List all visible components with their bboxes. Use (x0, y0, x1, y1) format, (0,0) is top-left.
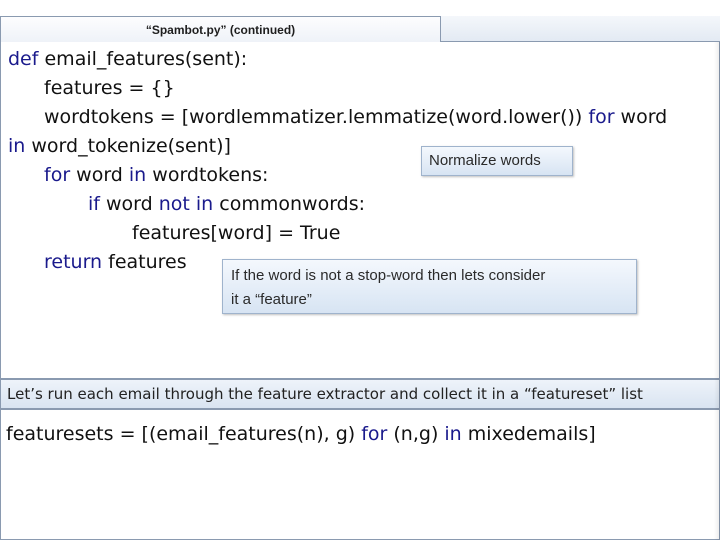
code-text: word_tokenize(sent)] (25, 135, 231, 157)
code-text: word (99, 193, 159, 215)
keyword: not in (158, 193, 214, 215)
code-text: (n,g) (387, 423, 445, 445)
callout-feature: If the word is not a stop-word then lets… (222, 259, 637, 314)
callout-line: If the word is not a stop-word then lets… (231, 267, 546, 284)
code-text: features = {} (44, 77, 175, 99)
code-block: def email_features(sent): features = {} … (8, 45, 667, 311)
code-line-7: features[word] = True (132, 219, 340, 249)
keyword: for (588, 106, 615, 128)
bottom-code-line: featuresets = [(email_features(n), g) fo… (6, 420, 596, 450)
code-text: wordtokens: (146, 164, 269, 186)
keyword: in (128, 164, 147, 186)
code-text: word (70, 164, 129, 186)
keyword: def (8, 48, 39, 70)
code-text: email_features(sent): (38, 48, 248, 70)
keyword: for (361, 423, 388, 445)
keyword: in (444, 423, 462, 445)
edge-shadow (714, 42, 720, 540)
code-line-8: return features (44, 248, 187, 278)
code-text: features[word] = True (132, 222, 341, 244)
code-text: featuresets = [(email_features(n), g) (6, 423, 362, 445)
code-line-6: if word not in commonwords: (88, 190, 365, 220)
code-text: features (102, 251, 187, 273)
caption-bar: Let’s run each email through the feature… (0, 379, 720, 409)
keyword: for (44, 164, 71, 186)
page-title: “Spambot.py” (continued) (0, 16, 441, 43)
code-line-2: features = {} (44, 74, 175, 104)
code-text: word (614, 106, 668, 128)
code-line-5: for word in wordtokens: (44, 161, 268, 191)
keyword: in (8, 135, 26, 157)
code-line-1: def email_features(sent): (8, 45, 247, 75)
code-line-4: in word_tokenize(sent)] (8, 132, 231, 162)
code-text: wordtokens = [wordlemmatizer.lemmatize(w… (44, 106, 589, 128)
callout-line: it a “feature” (231, 291, 312, 308)
keyword: return (44, 251, 103, 273)
keyword: if (88, 193, 100, 215)
callout-normalize: Normalize words (421, 146, 573, 176)
code-text: mixedemails] (461, 423, 596, 445)
code-text: commonwords: (213, 193, 366, 215)
code-line-3: wordtokens = [wordlemmatizer.lemmatize(w… (44, 103, 667, 133)
